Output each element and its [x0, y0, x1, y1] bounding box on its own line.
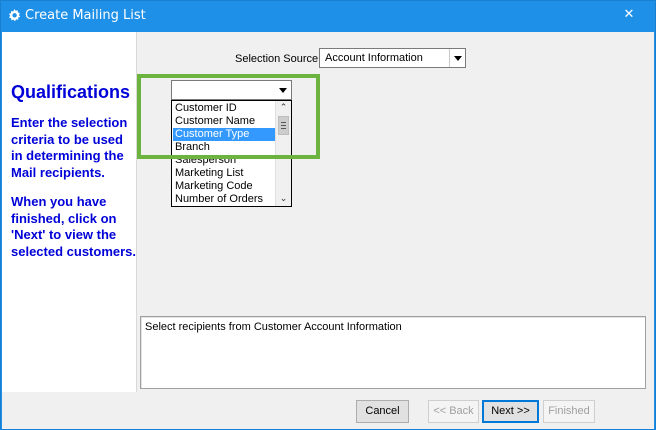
criteria-field-options-list[interactable]: Customer ID Customer Name Customer Type …: [171, 100, 292, 207]
grip-icon: [281, 122, 286, 129]
option-customer-type[interactable]: Customer Type: [173, 128, 275, 141]
instruction-text-2: When you have finished, click on 'Next' …: [11, 194, 137, 259]
back-button[interactable]: << Back: [428, 400, 479, 423]
close-icon: ✕: [623, 7, 635, 22]
option-salesperson[interactable]: Salesperson: [173, 154, 275, 167]
description-text: Select recipients from Customer Account …: [145, 321, 402, 333]
criteria-field-dropdown[interactable]: [171, 80, 292, 100]
create-mailing-list-window: Create Mailing List ✕ Qualifications Ent…: [0, 0, 656, 430]
dialog-client-area: Qualifications Enter the selection crite…: [2, 32, 654, 429]
window-title: Create Mailing List: [25, 8, 146, 23]
scroll-thumb[interactable]: [278, 116, 289, 135]
criteria-field-dropdown-button[interactable]: [275, 81, 291, 99]
option-branch[interactable]: Branch: [173, 141, 275, 154]
scroll-up-button[interactable]: ⌃: [276, 101, 291, 115]
chevron-down-icon: [279, 88, 287, 93]
option-customer-name[interactable]: Customer Name: [173, 115, 275, 128]
options-scrollbar[interactable]: ⌃ ⌄: [275, 101, 291, 206]
cancel-button[interactable]: Cancel: [356, 400, 409, 423]
close-button[interactable]: ✕: [619, 6, 639, 24]
finished-button[interactable]: Finished: [543, 400, 595, 423]
option-customer-id[interactable]: Customer ID: [173, 102, 275, 115]
selection-source-dropdown[interactable]: Account Information: [319, 48, 466, 68]
scroll-down-button[interactable]: ⌄: [276, 192, 291, 206]
qualifications-heading: Qualifications: [11, 82, 131, 102]
instruction-text-1: Enter the selection criteria to be used …: [11, 115, 128, 180]
selection-source-dropdown-button[interactable]: [449, 49, 465, 67]
option-marketing-code[interactable]: Marketing Code: [173, 180, 275, 193]
selection-source-label: Selection Source: [235, 53, 319, 65]
selection-source-value: Account Information: [325, 52, 423, 64]
instructions-panel: Qualifications Enter the selection crite…: [2, 32, 137, 392]
title-bar[interactable]: Create Mailing List ✕: [1, 1, 655, 31]
envelope-gear-icon: [9, 9, 21, 22]
chevron-down-icon: ⌄: [279, 194, 288, 204]
chevron-down-icon: [454, 56, 462, 61]
chevron-up-icon: ⌃: [279, 103, 288, 113]
next-button[interactable]: Next >>: [482, 400, 539, 423]
description-box: Select recipients from Customer Account …: [140, 316, 646, 389]
button-bar-separator: [2, 392, 654, 393]
option-number-of-orders[interactable]: Number of Orders: [173, 193, 275, 206]
option-marketing-list[interactable]: Marketing List: [173, 167, 275, 180]
